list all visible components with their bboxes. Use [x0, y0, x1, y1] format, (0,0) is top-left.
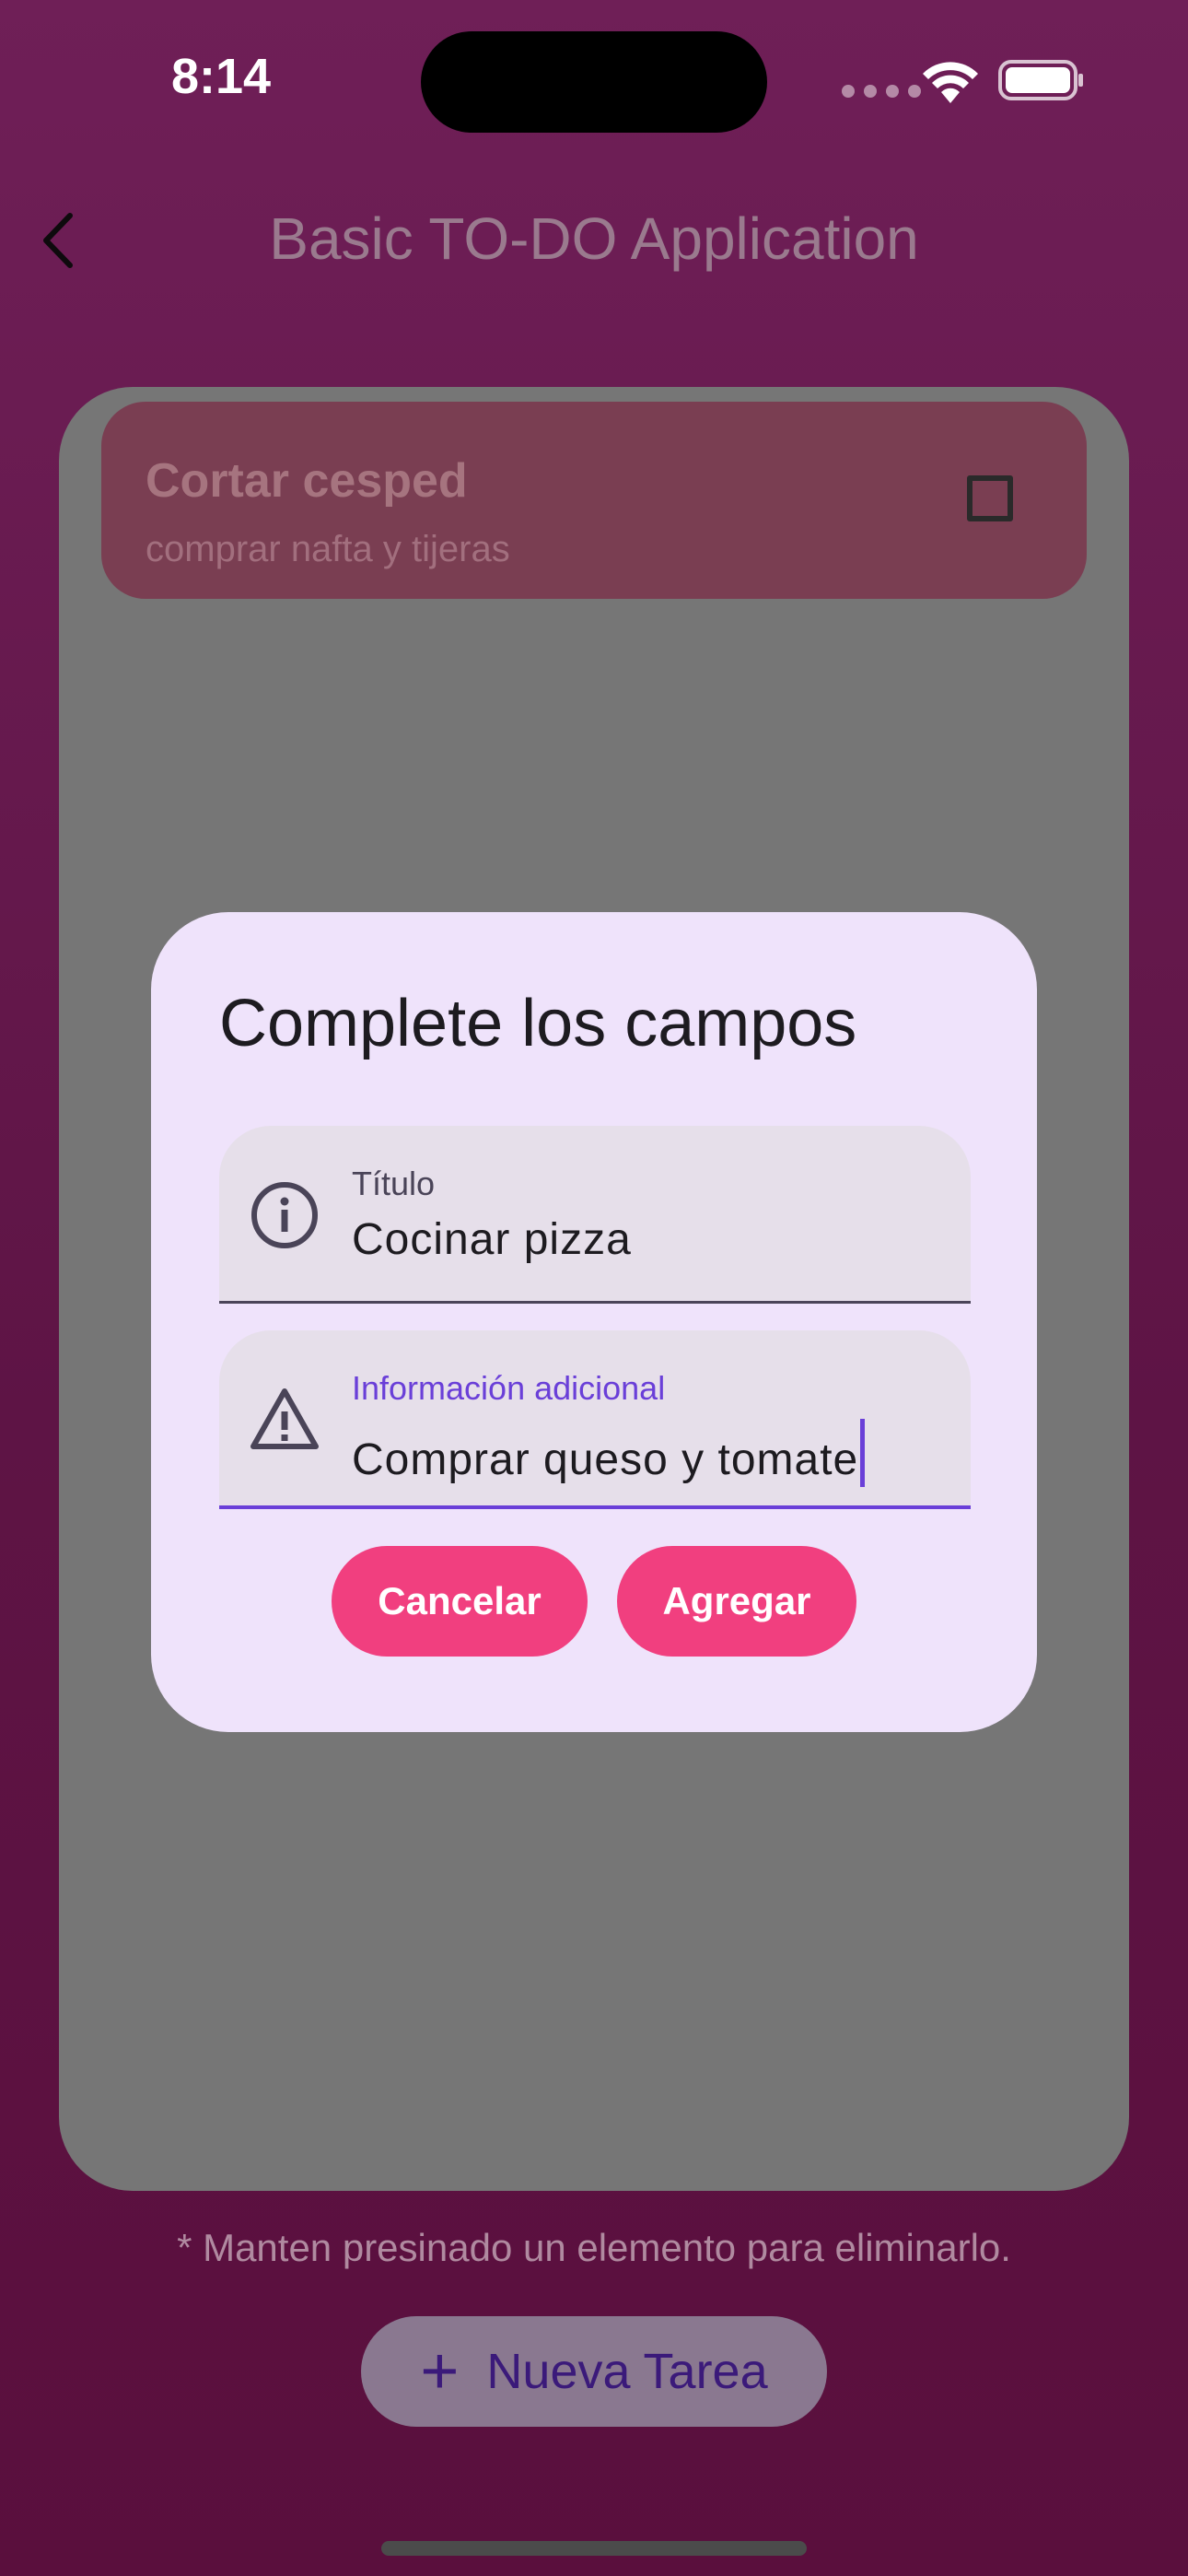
additional-info-field[interactable]: Información adicional Comprar queso y to… — [219, 1330, 971, 1509]
app-title: Basic TO-DO Application — [269, 205, 919, 272]
task-item[interactable]: Cortar cesped comprar nafta y tijeras — [101, 402, 1087, 599]
warning-icon — [250, 1388, 319, 1449]
dynamic-island — [421, 31, 767, 133]
title-field-value[interactable]: Cocinar pizza — [352, 1214, 632, 1265]
new-task-label: Nueva Tarea — [486, 2344, 768, 2399]
task-title: Cortar cesped — [146, 454, 468, 508]
title-field-label: Título — [352, 1165, 436, 1202]
cancel-button[interactable]: Cancelar — [332, 1546, 588, 1657]
dialog-title: Complete los campos — [219, 987, 857, 1060]
home-indicator — [381, 2541, 807, 2556]
plus-icon: + — [420, 2335, 460, 2408]
additional-info-value[interactable]: Comprar queso y tomate — [352, 1419, 866, 1487]
new-task-button[interactable]: + Nueva Tarea — [361, 2316, 827, 2427]
additional-info-label: Información adicional — [352, 1369, 666, 1407]
screen: 8:14 Basic TO-DO Application Cortar cesp… — [0, 0, 1188, 2576]
info-icon — [251, 1182, 318, 1248]
task-subtitle: comprar nafta y tijeras — [146, 529, 510, 569]
text-cursor — [860, 1419, 866, 1487]
additional-info-text: Comprar queso y tomate — [352, 1435, 859, 1484]
title-field[interactable]: Título Cocinar pizza — [219, 1126, 971, 1304]
wifi-icon — [923, 62, 978, 103]
task-checkbox[interactable] — [967, 475, 1013, 521]
add-button[interactable]: Agregar — [617, 1546, 856, 1657]
status-time: 8:14 — [171, 49, 272, 104]
add-task-dialog: Complete los campos Título Cocinar pizza… — [151, 912, 1037, 1732]
battery-icon — [998, 60, 1083, 100]
cellular-signal-icon — [842, 85, 930, 102]
delete-hint: * Manten presinado un elemento para elim… — [177, 2226, 1011, 2269]
